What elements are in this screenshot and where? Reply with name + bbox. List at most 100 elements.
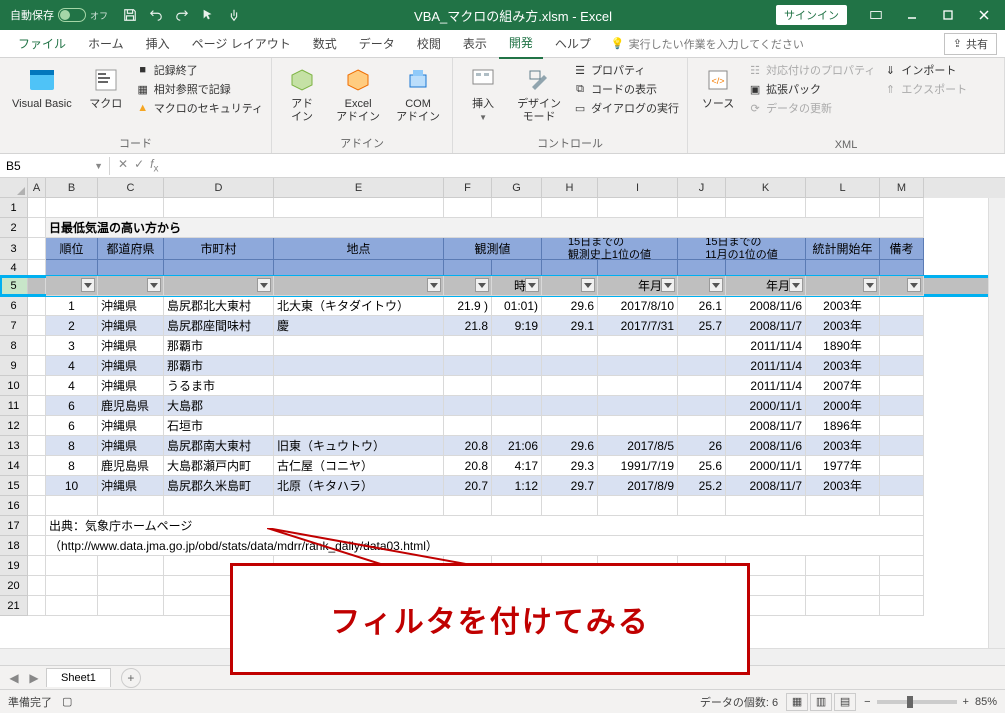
row-header[interactable]: 3 <box>0 238 28 260</box>
filter-dropdown-icon[interactable] <box>709 278 723 292</box>
row-header[interactable]: 9 <box>0 356 28 376</box>
exp-pack-button[interactable]: ▣拡張パック <box>748 81 875 97</box>
fx-icon[interactable]: fx <box>150 157 158 174</box>
sheet-tab-1[interactable]: Sheet1 <box>46 668 111 687</box>
zoom-out-icon[interactable]: − <box>864 696 870 708</box>
filter-cell[interactable] <box>164 276 274 296</box>
excel-addin-button[interactable]: Excel アドイン <box>332 62 384 126</box>
tab-formula[interactable]: 数式 <box>303 29 347 58</box>
row-header[interactable]: 14 <box>0 456 28 476</box>
row-header[interactable]: 12 <box>0 416 28 436</box>
tab-data[interactable]: データ <box>349 29 405 58</box>
row-header[interactable]: 21 <box>0 596 28 616</box>
column-header-L[interactable]: L <box>806 178 880 198</box>
design-mode-button[interactable]: デザイン モード <box>513 62 565 126</box>
filter-cell[interactable] <box>880 276 924 296</box>
formula-input[interactable] <box>166 164 1005 168</box>
sheet-nav-next-icon[interactable]: ▶ <box>26 671 42 685</box>
view-code-button[interactable]: ⧉コードの表示 <box>573 81 679 97</box>
filter-cell[interactable]: 時分 <box>492 276 542 296</box>
row-header[interactable]: 20 <box>0 576 28 596</box>
row-header[interactable]: 18 <box>0 536 28 556</box>
visual-basic-button[interactable]: Visual Basic <box>8 62 76 113</box>
macro-record-icon[interactable]: ▢ <box>62 695 72 708</box>
autosave-toggle[interactable]: 自動保存 オフ <box>4 7 114 23</box>
column-header-J[interactable]: J <box>678 178 726 198</box>
filter-dropdown-icon[interactable] <box>147 278 161 292</box>
filter-cell[interactable]: ℃ <box>678 276 726 296</box>
view-layout-icon[interactable]: ▥ <box>810 693 832 711</box>
map-props-button[interactable]: ☷対応付けのプロパティ <box>748 62 875 78</box>
filter-cell[interactable]: 年月日 <box>726 276 806 296</box>
filter-cell[interactable] <box>806 276 880 296</box>
row-header[interactable]: 11 <box>0 396 28 416</box>
record-end-button[interactable]: ■記録終了 <box>136 62 263 78</box>
column-header-A[interactable]: A <box>28 178 46 198</box>
filter-dropdown-icon[interactable] <box>427 278 441 292</box>
undo-icon[interactable] <box>146 5 166 25</box>
tab-view[interactable]: 表示 <box>453 29 497 58</box>
column-header-K[interactable]: K <box>726 178 806 198</box>
minimize-icon[interactable] <box>895 3 929 27</box>
row-header[interactable]: 5 <box>0 276 28 296</box>
ribbon-options-icon[interactable] <box>859 3 893 27</box>
filter-cell[interactable] <box>46 276 98 296</box>
row-header[interactable]: 7 <box>0 316 28 336</box>
pointer-icon[interactable] <box>198 5 218 25</box>
run-dialog-button[interactable]: ▭ダイアログの実行 <box>573 100 679 116</box>
properties-button[interactable]: ☰プロパティ <box>573 62 679 78</box>
column-header-E[interactable]: E <box>274 178 444 198</box>
redo-icon[interactable] <box>172 5 192 25</box>
com-addin-button[interactable]: COM アドイン <box>392 62 444 126</box>
row-header[interactable]: 19 <box>0 556 28 576</box>
close-icon[interactable] <box>967 3 1001 27</box>
filter-dropdown-icon[interactable] <box>81 278 95 292</box>
tab-developer[interactable]: 開発 <box>499 28 543 59</box>
filter-dropdown-icon[interactable] <box>475 278 489 292</box>
row-header[interactable]: 13 <box>0 436 28 456</box>
filter-cell[interactable] <box>98 276 164 296</box>
column-header-G[interactable]: G <box>492 178 542 198</box>
enter-formula-icon[interactable]: ✓ <box>134 157 144 174</box>
row-header[interactable]: 16 <box>0 496 28 516</box>
relative-ref-button[interactable]: ▦相対参照で記録 <box>136 81 263 97</box>
filter-dropdown-icon[interactable] <box>257 278 271 292</box>
filter-dropdown-icon[interactable] <box>661 278 675 292</box>
filter-dropdown-icon[interactable] <box>525 278 539 292</box>
tell-me[interactable]: 💡 実行したい作業を入力してください <box>611 36 804 52</box>
tab-home[interactable]: ホーム <box>78 29 134 58</box>
filter-dropdown-icon[interactable] <box>789 278 803 292</box>
touch-icon[interactable] <box>224 5 244 25</box>
sheet-nav-prev-icon[interactable]: ◀ <box>6 671 22 685</box>
export-button[interactable]: ⇑エクスポート <box>883 81 967 97</box>
zoom-slider[interactable] <box>877 700 957 704</box>
tab-help[interactable]: ヘルプ <box>545 29 601 58</box>
column-header-C[interactable]: C <box>98 178 164 198</box>
filter-dropdown-icon[interactable] <box>581 278 595 292</box>
column-header-D[interactable]: D <box>164 178 274 198</box>
zoom-in-icon[interactable]: + <box>963 696 969 708</box>
share-button[interactable]: ⇪ 共有 <box>944 33 997 55</box>
filter-dropdown-icon[interactable] <box>907 278 921 292</box>
scrollbar-vertical[interactable] <box>988 198 1005 648</box>
insert-control-button[interactable]: 挿入▼ <box>461 62 505 124</box>
signin-button[interactable]: サインイン <box>776 5 847 25</box>
filter-cell[interactable]: 年月日 <box>598 276 678 296</box>
row-header[interactable]: 1 <box>0 198 28 218</box>
filter-cell[interactable]: ℃ <box>444 276 492 296</box>
filter-cell[interactable] <box>274 276 444 296</box>
filter-cell[interactable]: ℃ <box>542 276 598 296</box>
zoom-control[interactable]: − + 85% <box>864 696 997 708</box>
tab-insert[interactable]: 挿入 <box>136 29 180 58</box>
macro-button[interactable]: マクロ <box>84 62 128 113</box>
row-header[interactable]: 4 <box>0 260 28 276</box>
add-sheet-button[interactable]: + <box>121 668 141 688</box>
maximize-icon[interactable] <box>931 3 965 27</box>
column-header-H[interactable]: H <box>542 178 598 198</box>
filter-dropdown-icon[interactable] <box>863 278 877 292</box>
tab-file[interactable]: ファイル <box>8 29 76 58</box>
addin-button[interactable]: アド イン <box>280 62 324 126</box>
row-header[interactable]: 8 <box>0 336 28 356</box>
source-button[interactable]: </>ソース <box>696 62 740 113</box>
row-header[interactable]: 15 <box>0 476 28 496</box>
